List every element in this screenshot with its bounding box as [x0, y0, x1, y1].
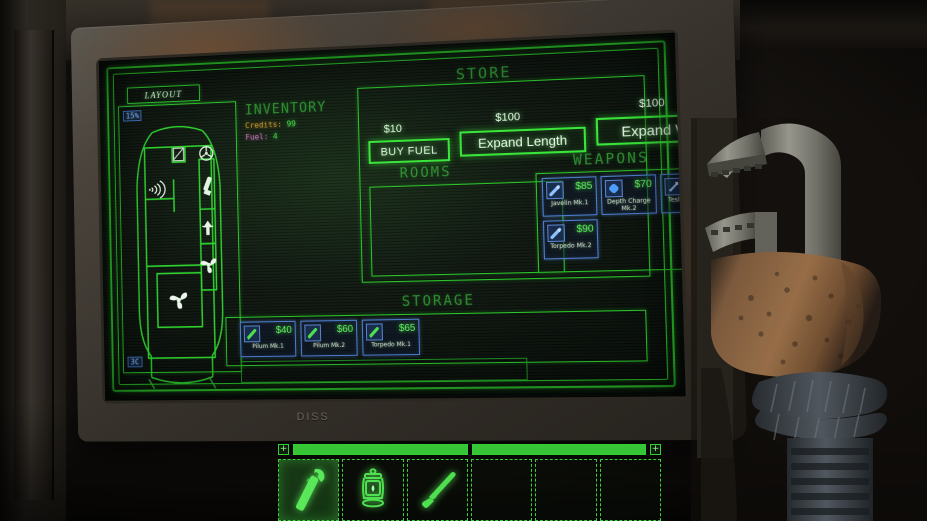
screen-icon	[173, 148, 183, 161]
hotbar-slot-3[interactable]	[407, 459, 468, 521]
stamina-plus-icon[interactable]: +	[650, 444, 661, 455]
weapon-card-depth-charge[interactable]: $70 Depth Charge Mk.2	[600, 174, 656, 215]
status-bars: + +	[278, 443, 661, 456]
hotbar-slot-5[interactable]	[535, 459, 596, 521]
fuel-label: Fuel:	[245, 132, 268, 142]
expand-width-button[interactable]: Expand Width	[596, 112, 686, 145]
buy-fuel-button[interactable]: BUY FUEL	[368, 138, 450, 164]
credits-label: Credits:	[245, 120, 282, 130]
propeller-icon-center	[169, 292, 187, 309]
submarine-layout-map[interactable]	[119, 102, 242, 400]
item-price: $40	[276, 325, 292, 336]
storage-title: STORAGE	[402, 292, 475, 310]
hotbar-slot-1[interactable]	[278, 459, 339, 521]
crt-screen: LAYOUT 15% 3C INVENTORY Credits: 99 Fuel…	[99, 33, 686, 401]
inventory-section: INVENTORY Credits: 99 Fuel: 4	[245, 98, 347, 142]
item-price: $65	[399, 323, 416, 334]
hotbar-slots	[278, 459, 661, 521]
tab-layout[interactable]: LAYOUT	[127, 84, 200, 104]
expand-length-button[interactable]: Expand Length	[459, 127, 586, 157]
javelin-icon	[546, 181, 564, 199]
sub-management-ui: LAYOUT 15% 3C INVENTORY Credits: 99 Fuel…	[99, 33, 686, 401]
depth-charge-icon	[605, 180, 623, 198]
torpedo-icon	[547, 224, 565, 242]
item-name: Torpedo Mk.1	[363, 341, 419, 349]
torpedo-icon	[366, 323, 383, 340]
sonar-icon	[149, 181, 166, 199]
expand-length-price: $100	[495, 111, 520, 124]
monitor-brand-label: DISS	[297, 411, 330, 423]
shotgun-icon	[413, 467, 461, 513]
expand-width-price: $100	[639, 97, 665, 110]
health-bar	[293, 444, 468, 455]
health-bar-fill	[294, 445, 467, 454]
pipe-wrench-prop	[691, 118, 927, 521]
layout-panel[interactable]: 15% 3C	[118, 101, 242, 373]
pilum-icon	[304, 324, 321, 341]
hotbar-slot-4[interactable]	[471, 459, 532, 521]
weapons-panel: $85 Javelin Mk.1 $70 Depth Charge Mk.2 T…	[535, 167, 685, 273]
rooms-title: ROOMS	[399, 164, 451, 182]
buy-fuel-price: $10	[384, 123, 402, 136]
hotbar-slot-2[interactable]	[342, 459, 403, 521]
weapon-card-javelin[interactable]: $85 Javelin Mk.1	[542, 176, 598, 216]
lantern-icon	[352, 465, 394, 515]
credits-value: 99	[286, 119, 295, 128]
weapon-card-torpedo-mk2[interactable]: $90 Torpedo Mk.2	[543, 219, 599, 259]
item-name: Javelin Mk.1	[543, 199, 596, 208]
item-price: $60	[337, 324, 354, 335]
game-screenshot: DISS LAYOUT 15% 3C INVENTORY Credits: 99…	[0, 0, 927, 521]
item-price: $70	[634, 179, 652, 191]
item-name: Torpedo Mk.2	[545, 242, 598, 250]
storage-panel[interactable]: $40 Pilum Mk.1 $60 Pilum Mk.2 $65 Torped…	[225, 310, 647, 367]
hotbar: + +	[278, 443, 661, 521]
health-plus-icon[interactable]: +	[278, 444, 289, 455]
item-name: Pilum Mk.1	[241, 343, 295, 351]
wall-monitor: DISS LAYOUT 15% 3C INVENTORY Credits: 99…	[71, 0, 747, 442]
stamina-bar-fill	[473, 445, 646, 454]
stamina-bar	[472, 444, 647, 455]
item-name: Depth Charge Mk.2	[602, 197, 656, 213]
inventory-credits-row: Credits: 99	[245, 117, 346, 130]
item-name: Pilum Mk.2	[302, 342, 357, 350]
item-price: $85	[575, 181, 593, 193]
hotbar-slot-6[interactable]	[600, 459, 661, 521]
item-price: $90	[576, 223, 594, 235]
pipe-wrench-icon	[286, 465, 332, 515]
map-icons	[148, 146, 214, 198]
storage-card-pilum-mk1[interactable]: $40 Pilum Mk.1	[240, 321, 297, 357]
monitor-bezel: LAYOUT 15% 3C INVENTORY Credits: 99 Fuel…	[99, 33, 686, 401]
fuel-value: 4	[273, 132, 278, 141]
storage-card-pilum-mk2[interactable]: $60 Pilum Mk.2	[300, 320, 357, 357]
storage-item-list: $40 Pilum Mk.1 $60 Pilum Mk.2 $65 Torped…	[240, 319, 420, 358]
storage-inner-divider	[241, 358, 528, 383]
tab-layout-label: LAYOUT	[145, 89, 183, 100]
inventory-title: INVENTORY	[245, 98, 347, 118]
pilum-icon	[244, 325, 261, 342]
weapons-title: WEAPONS	[573, 150, 649, 169]
storage-card-torpedo-mk1[interactable]: $65 Torpedo Mk.1	[362, 319, 420, 356]
